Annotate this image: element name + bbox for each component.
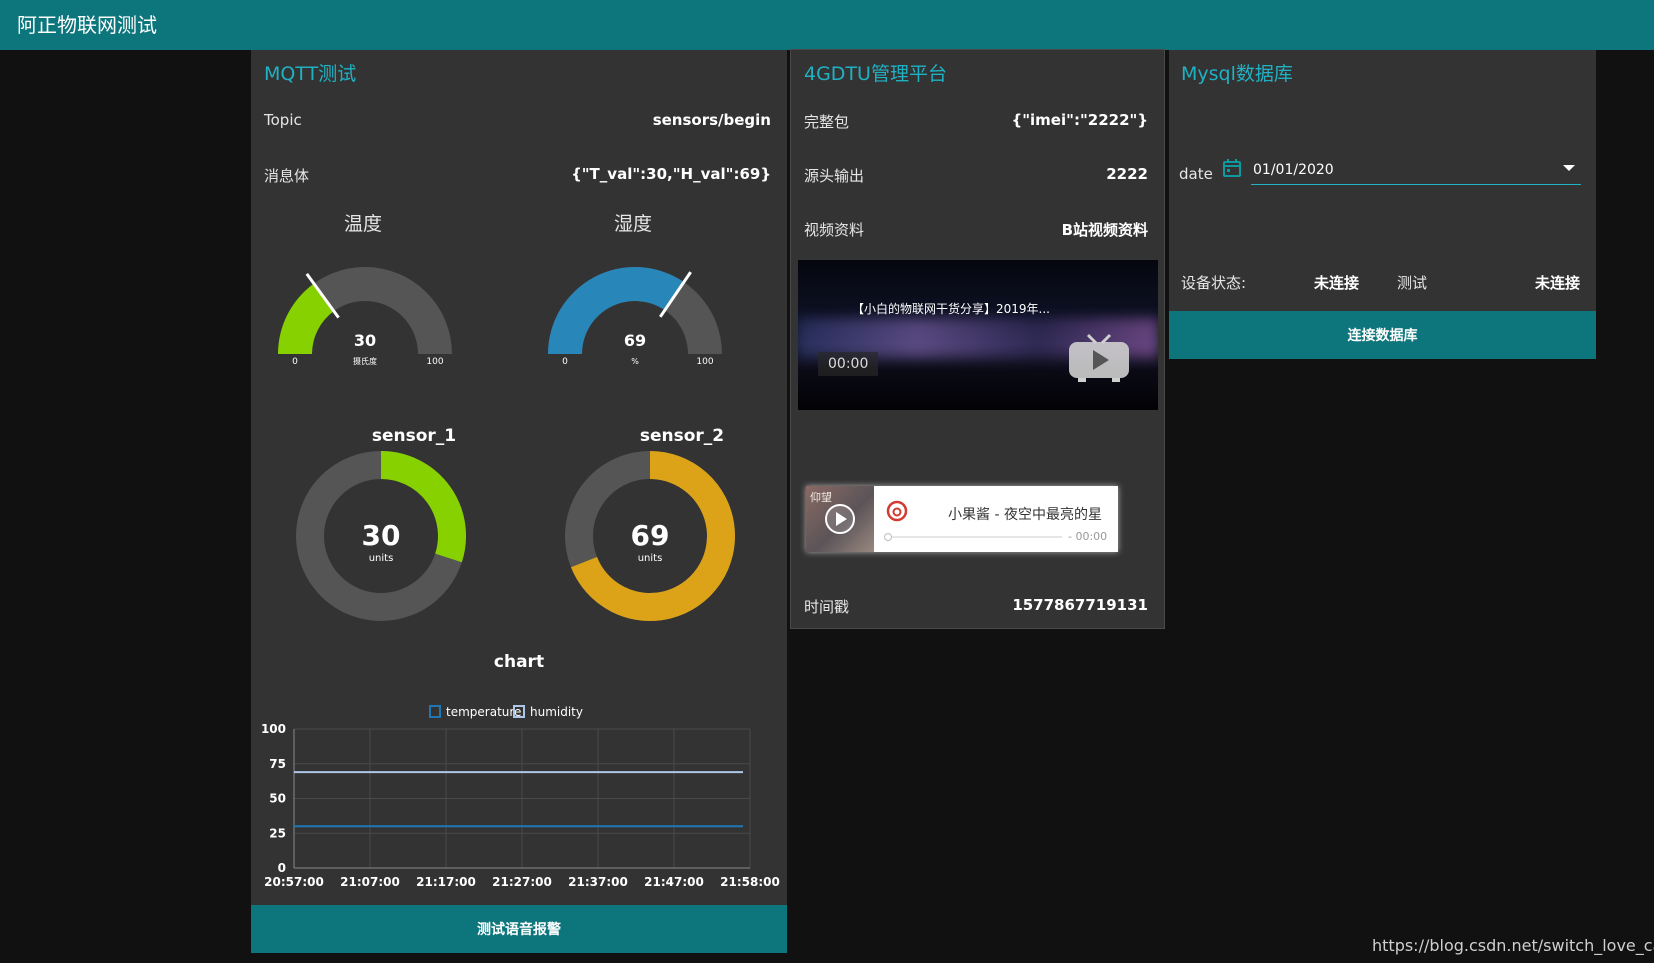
device-status-value: 未连接 (1314, 274, 1360, 292)
device-status-label: 设备状态: (1181, 274, 1247, 292)
x-tick-label: 21:47:00 (644, 875, 704, 889)
source-output-value: 2222 (1106, 165, 1148, 183)
humidity-gauge: 69 % 0 100 (548, 267, 722, 367)
message-body-value: {"T_val":30,"H_val":69} (571, 165, 771, 183)
video-time: 00:00 (818, 352, 879, 376)
timestamp-value: 1577867719131 (1012, 596, 1148, 614)
legend-label: humidity (530, 705, 583, 719)
song-title: 小果酱 - 夜空中最亮的星 (948, 507, 1102, 523)
legend-swatch (429, 705, 441, 718)
gauge-value: 69 (624, 331, 646, 350)
watermark: https://blog.csdn.net/switch_love_case (1372, 936, 1654, 955)
sensor-1-title: sensor_1 (371, 426, 457, 446)
y-tick-label: 75 (269, 757, 286, 771)
topic-label: Topic (264, 111, 302, 129)
topic-value: sensors/begin (652, 111, 771, 129)
gauge-unit: % (631, 357, 639, 366)
message-body-label: 消息体 (264, 167, 310, 185)
x-tick-label: 21:07:00 (340, 875, 400, 889)
gauge-min: 0 (292, 357, 298, 367)
chart-ticks: 0 25 50 75 100 20:57:00 21:07:00 21:17:00 21:27:… (261, 722, 780, 889)
mqtt-card-title: MQTT测试 (264, 63, 357, 85)
gauge-min: 0 (562, 357, 568, 367)
date-value: 01/01/2020 (1253, 162, 1334, 178)
y-tick-label: 100 (261, 722, 286, 736)
chart-title: chart (494, 652, 544, 672)
temperature-gauge: 30 摄氏度 0 100 (278, 267, 452, 367)
gauge-max: 100 (426, 357, 443, 367)
gauge-value: 30 (354, 331, 376, 350)
video-material-label: 视频资料 (804, 221, 865, 239)
line-chart: chart temperature humidity 0 25 50 75 100 20:5… (261, 652, 780, 889)
sensor-2-title: sensor_2 (639, 426, 725, 446)
date-picker-input[interactable]: 01/01/2020 (1251, 158, 1581, 185)
sensor-1-donut: 30 units (296, 451, 466, 621)
test-label: 测试 (1397, 274, 1428, 292)
mysql-card-title: Mysql数据库 (1181, 63, 1293, 85)
donut-unit: units (638, 553, 663, 564)
donut-value: 69 (631, 519, 670, 552)
chart-grid (293, 728, 751, 869)
y-tick-label: 0 (278, 861, 286, 875)
video-material-value: B站视频资料 (1061, 221, 1148, 239)
chevron-down-icon[interactable] (1563, 165, 1575, 173)
temperature-gauge-title: 温度 (343, 213, 382, 235)
chart-legend: temperature humidity (429, 705, 583, 719)
calendar-icon[interactable] (1222, 158, 1242, 178)
donut-unit: units (369, 553, 394, 564)
video-player[interactable]: 【小白的物联网干货分享】2019年... 00:00 (798, 260, 1158, 410)
chart-series (294, 771, 743, 828)
netease-music-icon (886, 500, 908, 522)
gauge-max: 100 (696, 357, 713, 367)
gauge-unit: 摄氏度 (353, 356, 377, 366)
y-tick-label: 25 (269, 826, 286, 840)
album-cover: 仰望 (806, 486, 874, 552)
donut-value: 30 (362, 519, 401, 552)
connect-database-button[interactable]: 连接数据库 (1169, 311, 1596, 359)
music-player[interactable]: 仰望 小果酱 - 夜空中最亮的星 - 00:00 (806, 486, 1118, 552)
mqtt-card: MQTT测试 Topic sensors/begin 消息体 {"T_val":… (251, 50, 787, 953)
app-title: 阿正物联网测试 (17, 13, 157, 37)
mysql-card: Mysql数据库 date 设备状态: 未连接 测试 未连接 连接数据库 (1169, 50, 1596, 359)
top-bar: 阿正物联网测试 (0, 0, 1654, 50)
sensor-2-donut: 69 units (565, 451, 735, 621)
x-tick-label: 21:58:00 (720, 875, 780, 889)
legend-label: temperature (446, 705, 521, 719)
play-icon[interactable] (823, 502, 857, 536)
test-value: 未连接 (1534, 274, 1580, 292)
tv-play-icon[interactable] (1066, 332, 1132, 384)
full-packet-label: 完整包 (804, 113, 850, 131)
full-packet-value: {"imei":"2222"} (1011, 111, 1148, 129)
humidity-gauge-title: 湿度 (613, 213, 652, 235)
dtu-card-title: 4GDTU管理平台 (804, 63, 947, 85)
date-label: date (1179, 165, 1213, 183)
source-output-label: 源头输出 (804, 167, 865, 185)
voice-alarm-button[interactable]: 测试语音报警 (251, 905, 787, 953)
x-tick-label: 21:27:00 (492, 875, 552, 889)
timestamp-label: 时间戳 (804, 598, 850, 616)
video-title: 【小白的物联网干货分享】2019年... (852, 302, 1050, 316)
x-tick-label: 21:17:00 (416, 875, 476, 889)
x-tick-label: 20:57:00 (264, 875, 324, 889)
progress-bar[interactable] (882, 532, 1064, 542)
music-time: - 00:00 (1068, 530, 1108, 543)
x-tick-label: 21:37:00 (568, 875, 628, 889)
y-tick-label: 50 (269, 792, 286, 806)
